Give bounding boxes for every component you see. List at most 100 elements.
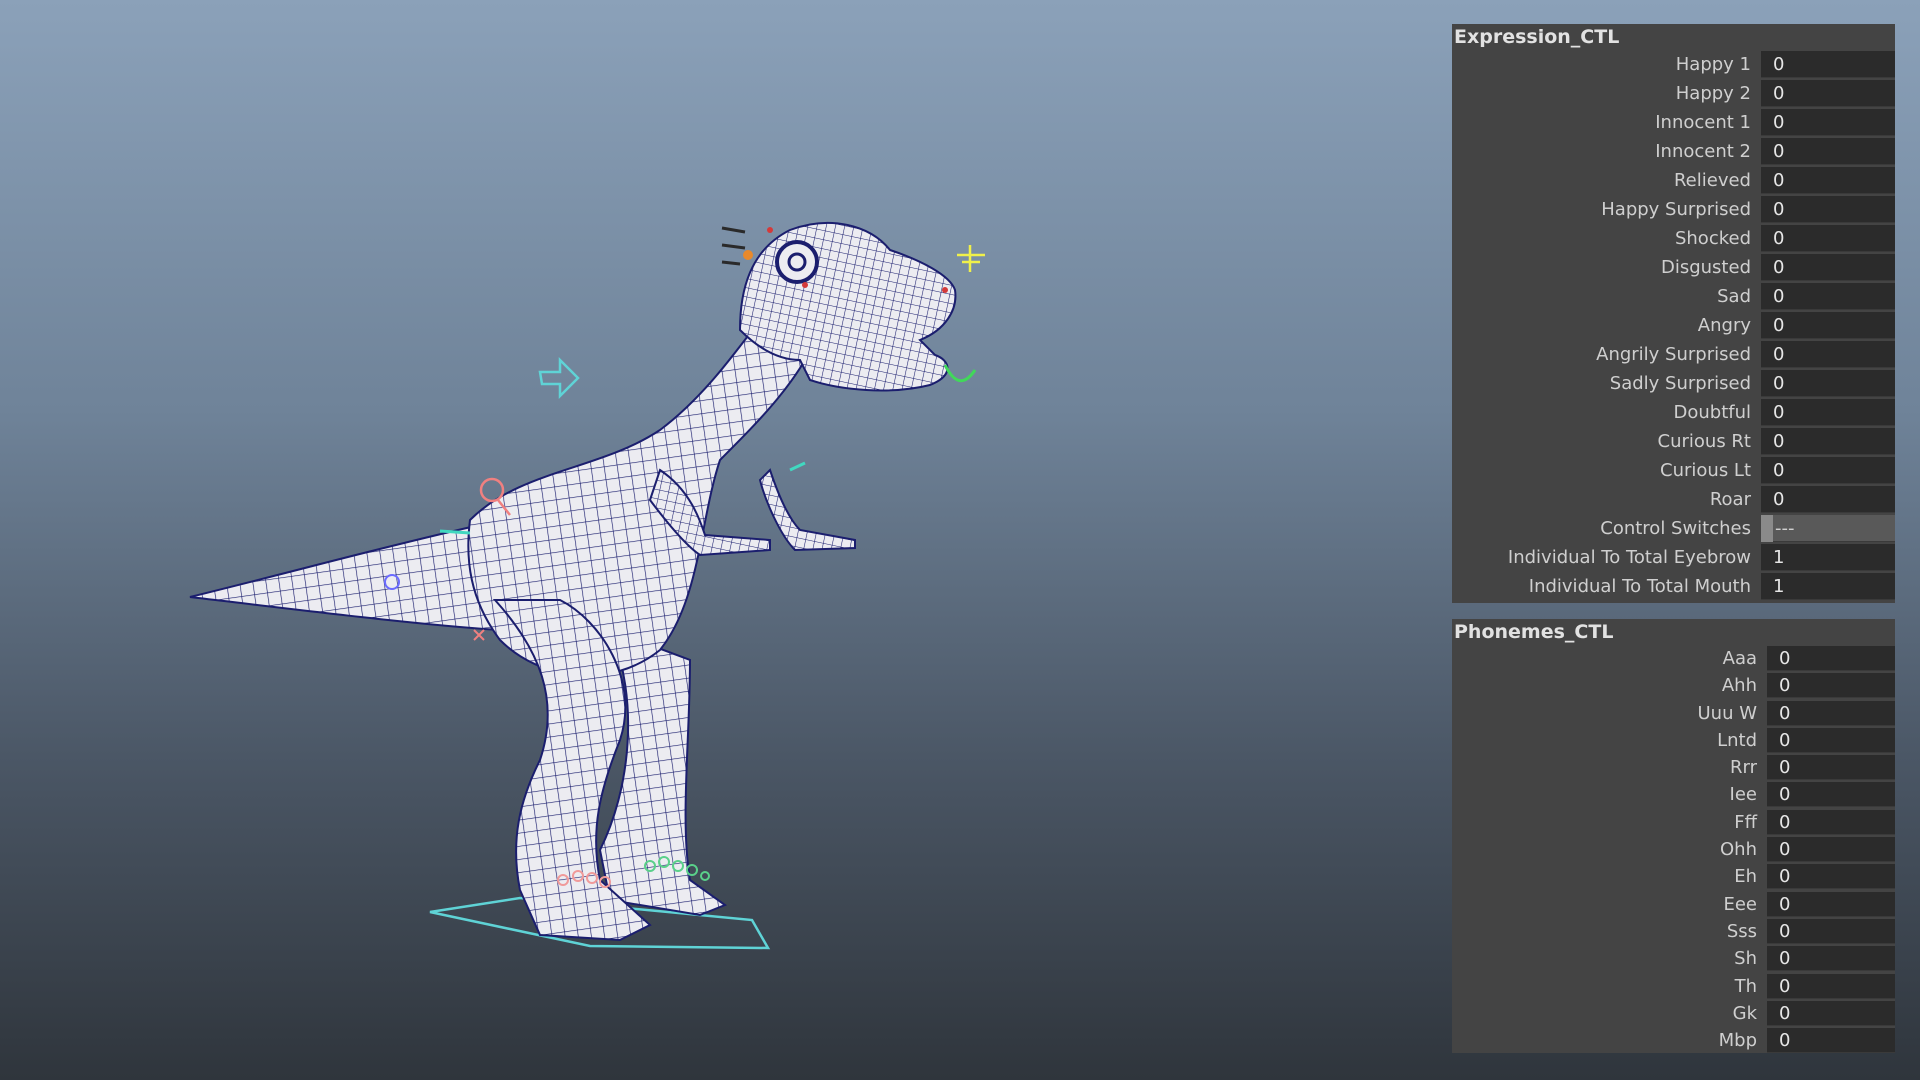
attribute-value-field[interactable]: 1 (1761, 544, 1895, 571)
attribute-value-field[interactable]: 0 (1761, 428, 1895, 455)
tail-control (439, 529, 471, 535)
attribute-label: Control Switches (1600, 518, 1751, 539)
attribute-value-field[interactable]: 0 (1761, 254, 1895, 281)
attribute-value-field[interactable]: 0 (1767, 809, 1895, 835)
attribute-value-field[interactable]: 0 (1761, 341, 1895, 368)
attribute-row: Roar 0 (1452, 485, 1895, 514)
attribute-value-field[interactable]: 0 (1761, 225, 1895, 252)
attribute-row: Innocent 1 0 (1452, 108, 1895, 137)
attribute-value-field[interactable]: 0 (1761, 312, 1895, 339)
attribute-value-field[interactable]: 0 (1767, 918, 1895, 944)
attribute-value-field[interactable]: 0 (1761, 109, 1895, 136)
attribute-label: Ohh (1720, 839, 1757, 861)
attribute-label: Fff (1734, 811, 1757, 833)
attribute-value-field[interactable]: 1 (1761, 573, 1895, 600)
attribute-row: Ahh 0 (1452, 672, 1895, 699)
attribute-value-field[interactable]: 0 (1767, 837, 1895, 863)
dino-arm-far (758, 468, 856, 552)
attribute-row: Ohh 0 (1452, 836, 1895, 863)
attribute-row: Fff 0 (1452, 809, 1895, 836)
attribute-label: Rrr (1730, 757, 1757, 779)
expression-ctl-title: Expression_CTL (1454, 26, 1620, 48)
attribute-row: Th 0 (1452, 973, 1895, 1000)
attribute-row: Angrily Surprised 0 (1452, 340, 1895, 369)
attribute-label: Eh (1734, 866, 1757, 888)
attribute-value-field[interactable]: 0 (1767, 673, 1895, 699)
brow-controls (721, 226, 746, 266)
attribute-value-field[interactable]: 0 (1767, 946, 1895, 972)
attribute-row: Doubtful 0 (1452, 398, 1895, 427)
attribute-label: Curious Lt (1660, 460, 1751, 481)
attribute-row: Aaa 0 (1452, 645, 1895, 672)
attribute-value-field[interactable]: 0 (1761, 283, 1895, 310)
dino-tail (189, 523, 502, 632)
attribute-row: Gk 0 (1452, 1000, 1895, 1027)
attribute-label: Angry (1697, 315, 1751, 336)
attribute-row: Curious Rt 0 (1452, 427, 1895, 456)
attribute-row: Iee 0 (1452, 781, 1895, 808)
attribute-value-field[interactable]: 0 (1761, 399, 1895, 426)
attribute-label: Iee (1729, 784, 1757, 806)
attribute-row: Sss 0 (1452, 918, 1895, 945)
attribute-row: Uuu W 0 (1452, 700, 1895, 727)
attribute-value-field[interactable]: 0 (1761, 457, 1895, 484)
attribute-value-field[interactable]: 0 (1767, 973, 1895, 999)
attribute-value-field[interactable]: 0 (1761, 80, 1895, 107)
attribute-value-field[interactable]: 0 (1767, 646, 1895, 671)
attribute-label: Happy Surprised (1601, 199, 1751, 220)
attribute-value-field[interactable]: 0 (1767, 782, 1895, 808)
attribute-label: Roar (1709, 489, 1751, 510)
attribute-label: Uuu W (1697, 702, 1757, 724)
expression-ctl-panel: Expression_CTL Happy 1 0 Happy 2 0 Innocent … (1452, 24, 1895, 603)
attribute-row: Individual To Total Mouth 1 (1452, 572, 1895, 601)
attribute-value-field[interactable]: 0 (1767, 891, 1895, 917)
attribute-value-field[interactable]: 0 (1761, 370, 1895, 397)
attribute-label: Angrily Surprised (1596, 344, 1751, 365)
attribute-label: Gk (1732, 1002, 1757, 1024)
attribute-row: Happy Surprised 0 (1452, 195, 1895, 224)
attribute-label: Innocent 1 (1655, 112, 1751, 133)
attribute-row: Eh 0 (1452, 863, 1895, 890)
attribute-row: Lntd 0 (1452, 727, 1895, 754)
attribute-value-field[interactable]: 0 (1761, 138, 1895, 165)
dinosaur-rig-model[interactable] (0, 0, 1440, 1080)
attribute-row: Shocked 0 (1452, 224, 1895, 253)
attribute-label: Shocked (1674, 228, 1751, 249)
attribute-label: Lntd (1717, 729, 1757, 751)
attribute-value-field[interactable]: --- (1761, 515, 1895, 542)
attribute-row: Happy 2 0 (1452, 79, 1895, 108)
spine-control (479, 477, 505, 503)
phonemes-ctl-panel: Phonemes_CTL Aaa 0 Ahh 0 Uuu W 0 Lntd 0 Rrr 0 Iee 0… (1452, 619, 1895, 1054)
attribute-row: Disgusted 0 (1452, 253, 1895, 282)
attribute-value-field[interactable]: 0 (1767, 1000, 1895, 1026)
attribute-label: Curious Rt (1657, 431, 1751, 452)
attribute-value-field[interactable]: 0 (1761, 167, 1895, 194)
dino-eye (775, 240, 819, 284)
attribute-label: Th (1734, 975, 1757, 997)
attribute-value-field[interactable]: 0 (1767, 700, 1895, 726)
attribute-value-field[interactable]: 0 (1761, 486, 1895, 513)
attribute-label: Sh (1734, 948, 1757, 970)
attribute-value-field[interactable]: 0 (1767, 727, 1895, 753)
attribute-value-field[interactable]: 0 (1767, 755, 1895, 781)
chest-arrow-control (538, 356, 580, 400)
attribute-row: Eee 0 (1452, 891, 1895, 918)
attribute-row: Mbp 0 (1452, 1027, 1895, 1054)
attribute-value-field[interactable]: 0 (1767, 864, 1895, 890)
attribute-label: Eee (1723, 893, 1757, 915)
attribute-value-field[interactable]: 0 (1761, 196, 1895, 223)
attribute-label: Individual To Total Mouth (1528, 576, 1751, 597)
attribute-label: Sadly Surprised (1609, 373, 1751, 394)
attribute-row: Curious Lt 0 (1452, 456, 1895, 485)
attribute-label: Aaa (1722, 648, 1757, 669)
attribute-row: Sadly Surprised 0 (1452, 369, 1895, 398)
attribute-label: Innocent 2 (1655, 141, 1751, 162)
attribute-row: Relieved 0 (1452, 166, 1895, 195)
attribute-value-field[interactable]: 0 (1767, 1028, 1895, 1054)
attribute-row: Sad 0 (1452, 282, 1895, 311)
attribute-label: Sss (1726, 920, 1757, 942)
attribute-label: Individual To Total Eyebrow (1507, 547, 1751, 568)
attribute-row: Happy 1 0 (1452, 50, 1895, 79)
attribute-value-field[interactable]: 0 (1761, 51, 1895, 78)
attribute-row: Innocent 2 0 (1452, 137, 1895, 166)
